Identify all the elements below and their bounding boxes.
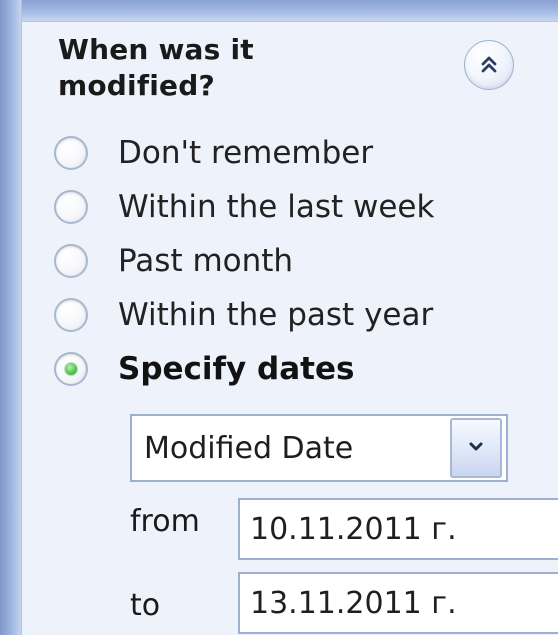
radio-button[interactable]	[54, 298, 88, 332]
radio-button-selected[interactable]	[54, 352, 88, 386]
window-top-frame	[0, 0, 558, 22]
date-type-select-value: Modified Date	[144, 430, 354, 466]
to-date-field[interactable]: 13.11.2011 г.	[238, 572, 558, 634]
radio-label: Within the last week	[118, 189, 435, 225]
radio-button[interactable]	[54, 190, 88, 224]
radio-option-dont-remember[interactable]: Don't remember	[54, 126, 524, 180]
radio-option-past-month[interactable]: Past month	[54, 234, 524, 288]
radio-option-past-year[interactable]: Within the past year	[54, 288, 524, 342]
radio-button[interactable]	[54, 136, 88, 170]
dropdown-button[interactable]	[450, 418, 502, 478]
chevron-double-up-icon	[477, 53, 501, 77]
collapse-button[interactable]	[464, 40, 514, 90]
radio-label: Don't remember	[118, 135, 374, 171]
panel-title: When was it modified?	[58, 33, 254, 102]
chevron-down-icon	[466, 436, 486, 460]
from-label: from	[130, 504, 200, 539]
radio-option-last-week[interactable]: Within the last week	[54, 180, 524, 234]
window-left-frame	[0, 0, 22, 635]
radio-button[interactable]	[54, 244, 88, 278]
radio-option-specify-dates[interactable]: Specify dates	[54, 342, 524, 396]
radio-label: Specify dates	[118, 351, 355, 387]
radio-label: Within the past year	[118, 297, 434, 333]
modified-date-filter-panel: When was it modified? Don't remember Wit…	[22, 22, 558, 635]
from-date-field[interactable]: 10.11.2011 г.	[238, 498, 558, 560]
to-label: to	[130, 588, 161, 623]
radio-label: Past month	[118, 243, 294, 279]
date-type-select[interactable]: Modified Date	[130, 414, 508, 482]
modified-radio-group: Don't remember Within the last week Past…	[54, 126, 524, 396]
